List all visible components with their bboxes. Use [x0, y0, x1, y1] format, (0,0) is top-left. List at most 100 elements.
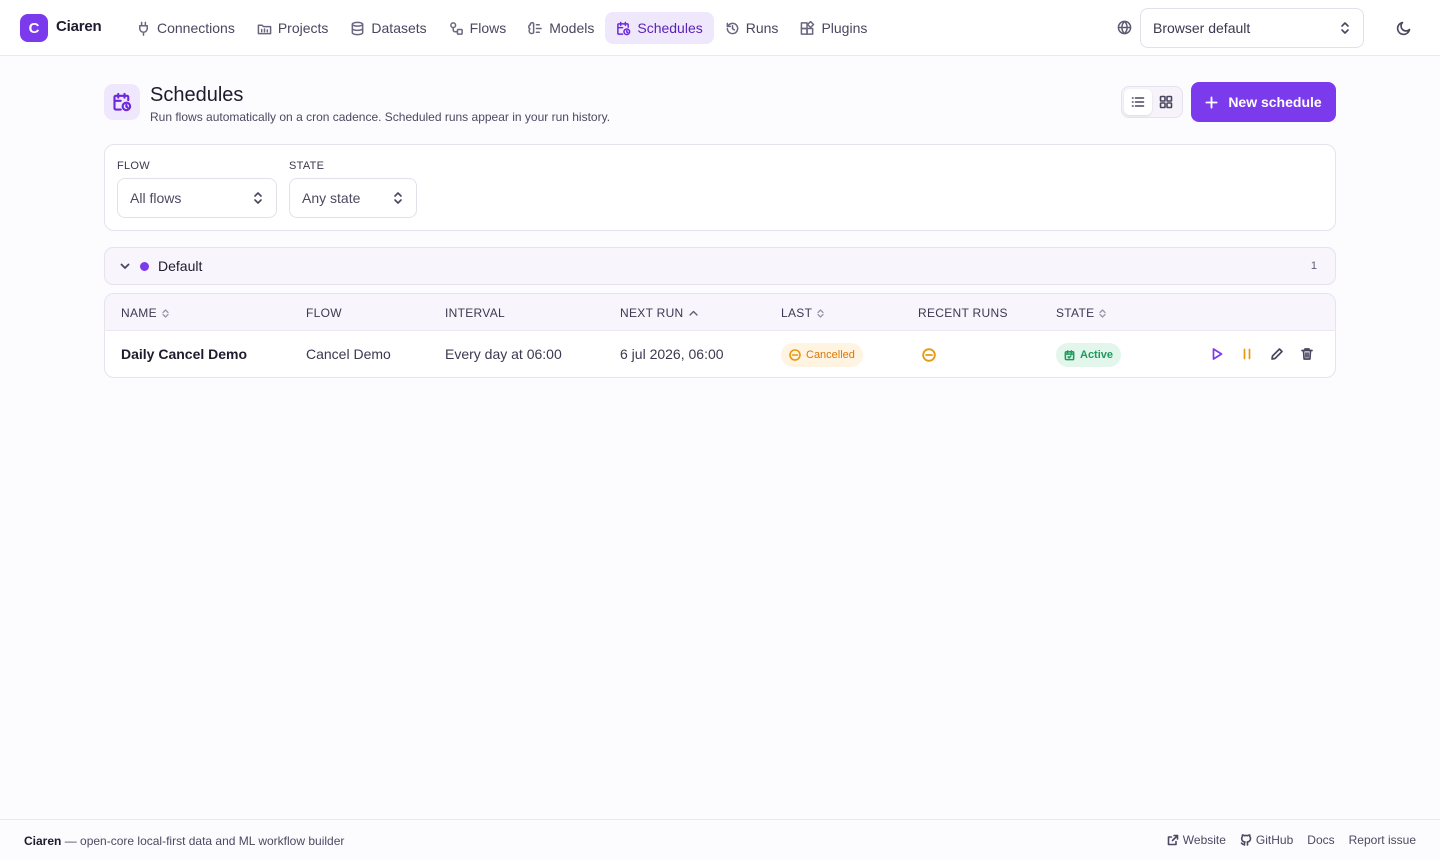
sort-icon — [817, 308, 824, 318]
github-link-label: GitHub — [1255, 833, 1294, 847]
column-label: FLOW — [306, 306, 342, 320]
nav-label: Schedules — [637, 20, 703, 36]
state-filter-value: Any state — [302, 190, 361, 206]
moon-icon — [1396, 20, 1412, 36]
group-color-dot — [140, 262, 149, 271]
schedules-table: NAME FLOW INTERVAL NEXT RUN LAST RECENT … — [104, 293, 1336, 378]
theme-toggle-button[interactable] — [1396, 20, 1412, 36]
language-select[interactable]: Browser default — [1140, 8, 1364, 48]
pencil-icon — [1270, 347, 1284, 361]
report-issue-link-label: Report issue — [1348, 833, 1416, 847]
github-icon — [1240, 834, 1252, 846]
recent-run-indicator[interactable] — [922, 348, 936, 362]
nav-item-plugins[interactable]: Plugins — [789, 12, 878, 44]
column-header-recent-runs: RECENT RUNS — [918, 306, 1008, 320]
nav-item-schedules[interactable]: Schedules — [605, 12, 714, 44]
grid-view-button[interactable] — [1152, 89, 1180, 115]
last-run-status-badge: Cancelled — [781, 343, 863, 367]
pause-icon — [1240, 347, 1254, 361]
grid-icon — [1159, 95, 1173, 109]
column-header-next-run[interactable]: NEXT RUN — [620, 306, 698, 320]
flow-filter-select[interactable]: All flows — [117, 178, 277, 218]
main-nav: Connections Projects Datasets Flows Mode… — [125, 12, 878, 44]
column-header-flow: FLOW — [306, 306, 342, 320]
github-link[interactable]: GitHub — [1240, 833, 1293, 847]
column-header-name[interactable]: NAME — [121, 306, 169, 320]
calendar-check-icon — [1064, 349, 1075, 361]
state-filter-select[interactable]: Any state — [289, 178, 417, 218]
filter-panel: FLOW All flows STATE Any state — [104, 144, 1336, 231]
docs-link-label: Docs — [1307, 833, 1335, 847]
external-link-icon — [1167, 834, 1179, 846]
footer: Ciaren — open-core local-first data and … — [0, 819, 1440, 860]
footer-tagline-text: — open-core local-first data and ML work… — [61, 834, 345, 848]
chevron-down-icon[interactable] — [119, 260, 131, 272]
nav-item-connections[interactable]: Connections — [125, 12, 246, 44]
list-icon — [1131, 95, 1145, 109]
edit-button[interactable] — [1270, 347, 1284, 361]
new-schedule-button[interactable]: New schedule — [1191, 82, 1336, 122]
app-logo[interactable]: C — [20, 14, 48, 42]
cancelled-icon — [922, 348, 936, 362]
nav-item-projects[interactable]: Projects — [246, 12, 340, 44]
sort-icon — [162, 308, 169, 318]
schedule-interval: Every day at 06:00 — [445, 346, 562, 362]
column-label: RECENT RUNS — [918, 306, 1008, 320]
group-name: Default — [158, 258, 203, 274]
docs-link[interactable]: Docs — [1307, 833, 1334, 847]
run-now-button[interactable] — [1210, 347, 1224, 361]
models-icon — [528, 21, 543, 36]
trash-icon — [1300, 347, 1314, 361]
schedule-flow: Cancel Demo — [306, 346, 391, 362]
nav-item-datasets[interactable]: Datasets — [339, 12, 437, 44]
delete-button[interactable] — [1300, 347, 1314, 361]
nav-item-models[interactable]: Models — [517, 12, 605, 44]
website-link[interactable]: Website — [1167, 833, 1226, 847]
calendar-clock-icon — [616, 21, 631, 36]
schedule-name[interactable]: Daily Cancel Demo — [121, 346, 247, 362]
play-icon — [1210, 347, 1224, 361]
page-icon — [104, 84, 140, 120]
column-header-state[interactable]: STATE — [1056, 306, 1107, 320]
footer-brand: Ciaren — [24, 834, 62, 848]
column-header-interval: INTERVAL — [445, 306, 505, 320]
plugins-icon — [800, 20, 815, 36]
footer-links: Website GitHub Docs Report issue — [1167, 833, 1416, 847]
table-row[interactable]: Daily Cancel Demo Cancel Demo Every day … — [105, 331, 1335, 377]
footer-tagline: Ciaren — open-core local-first data and … — [24, 834, 344, 848]
state-badge: Active — [1056, 343, 1122, 367]
pause-button[interactable] — [1240, 347, 1254, 361]
nav-label: Datasets — [371, 20, 427, 36]
column-label: STATE — [1056, 306, 1095, 320]
report-issue-link[interactable]: Report issue — [1349, 833, 1416, 847]
brand-name[interactable]: Ciaren — [56, 18, 102, 35]
globe-icon — [1117, 20, 1132, 35]
page-subtitle: Run flows automatically on a cron cadenc… — [150, 110, 611, 124]
nav-label: Projects — [277, 20, 329, 36]
chevron-up-down-icon — [392, 191, 404, 205]
database-icon — [350, 21, 365, 36]
schedule-group-header[interactable]: Default 1 — [104, 247, 1336, 285]
last-run-status-label: Cancelled — [806, 349, 855, 361]
table-header: NAME FLOW INTERVAL NEXT RUN LAST RECENT … — [105, 294, 1335, 331]
projects-icon — [257, 21, 272, 36]
list-view-button[interactable] — [1124, 89, 1152, 115]
column-label: LAST — [781, 306, 813, 320]
column-label: NAME — [121, 306, 157, 320]
history-icon — [725, 21, 740, 36]
sort-ascending-icon — [688, 310, 698, 316]
column-header-last[interactable]: LAST — [781, 306, 824, 320]
column-label: INTERVAL — [445, 306, 505, 320]
website-link-label: Website — [1182, 833, 1226, 847]
cancelled-icon — [789, 349, 801, 361]
new-schedule-label: New schedule — [1228, 94, 1322, 110]
state-filter-label: STATE — [289, 160, 325, 172]
column-label: NEXT RUN — [620, 306, 684, 320]
chevron-up-down-icon — [252, 191, 264, 205]
calendar-clock-icon — [112, 92, 132, 112]
language-select-value: Browser default — [1153, 20, 1251, 36]
flow-filter-label: FLOW — [117, 160, 150, 172]
top-navigation-bar: C Ciaren Connections Projects Datasets F… — [0, 0, 1440, 56]
nav-item-runs[interactable]: Runs — [714, 12, 790, 44]
nav-item-flows[interactable]: Flows — [438, 12, 518, 44]
